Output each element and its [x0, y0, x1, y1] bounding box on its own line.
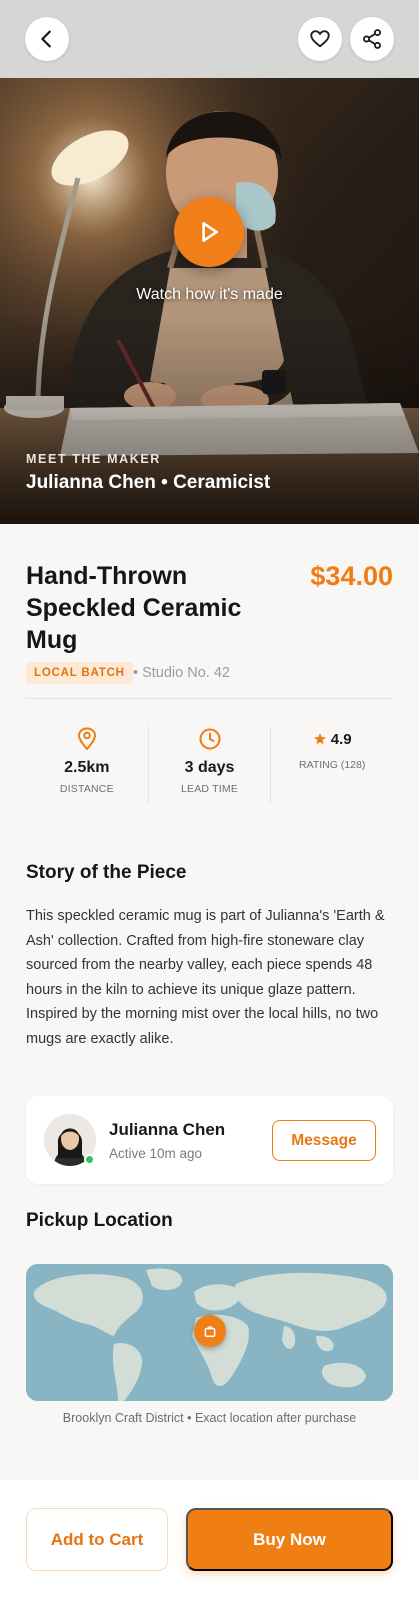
back-button[interactable] [25, 17, 69, 61]
pickup-caption: Brooklyn Craft District • Exact location… [62, 1411, 357, 1425]
local-batch-badge: LOCAL BATCH [26, 662, 133, 684]
share-button[interactable] [350, 17, 394, 61]
rating-label: RATING (128) [299, 759, 366, 771]
maker-card-name: Julianna Chen [109, 1120, 226, 1139]
distance-label: DISTANCE [59, 783, 114, 795]
hero-video[interactable]: Watch how it's made MEET THE MAKER Julia… [0, 0, 419, 524]
share-icon [363, 29, 381, 49]
distance-value: 2.5km [64, 759, 110, 776]
star-icon [313, 733, 326, 745]
buy-now-button[interactable]: Buy Now [186, 1508, 393, 1571]
rating-value: 4.9 [330, 730, 352, 748]
story-text: This speckled ceramic mug is part of Jul… [26, 908, 385, 1047]
stat-distance: 2.5km DISTANCE [26, 726, 148, 804]
location-pin-icon [77, 727, 96, 751]
pickup-map-pin[interactable] [194, 1315, 226, 1347]
shopping-bag-icon [204, 1326, 216, 1337]
story-title: Story of the Piece [26, 862, 187, 883]
message-button[interactable]: Message [272, 1120, 376, 1161]
online-status-indicator [84, 1154, 95, 1165]
product-title: Hand-Thrown Speckled Ceramic Mug [26, 562, 242, 654]
studio-label: • Studio No. 42 [133, 665, 230, 681]
clock-icon [199, 728, 220, 750]
pickup-title: Pickup Location [26, 1210, 173, 1231]
add-to-cart-button[interactable]: Add to Cart [26, 1508, 168, 1571]
maker-name-line: Julianna Chen • Ceramicist [26, 472, 271, 493]
watch-video-label: Watch how it's made [136, 286, 283, 303]
stat-lead-time: 3 days LEAD TIME [147, 726, 271, 804]
lead-time-label: LEAD TIME [180, 783, 239, 795]
maker-active-status: Active 10m ago [109, 1146, 203, 1161]
meet-the-maker-label: MEET THE MAKER [26, 452, 161, 466]
chevron-left-icon [41, 30, 51, 48]
stat-rating: 4.9 RATING (128) [270, 726, 393, 804]
play-icon [202, 222, 218, 242]
maker-card: Julianna Chen Active 10m ago Message [26, 1096, 393, 1184]
stats-row: 2.5km DISTANCE 3 days LEAD TIME 4.9 RATI… [26, 726, 393, 804]
lead-time-value: 3 days [184, 759, 235, 776]
play-video-button[interactable] [174, 197, 244, 267]
favorite-button[interactable] [298, 17, 342, 61]
product-price: $34.00 [310, 561, 393, 591]
divider [26, 698, 393, 699]
heart-icon [310, 30, 330, 48]
